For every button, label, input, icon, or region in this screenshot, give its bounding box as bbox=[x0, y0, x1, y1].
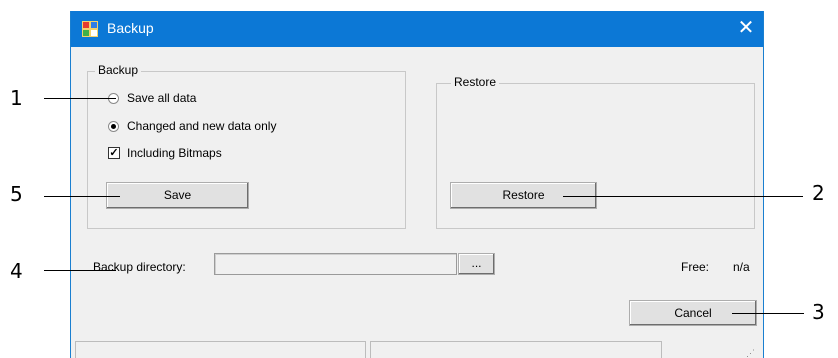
callout-3-line bbox=[732, 313, 804, 314]
callout-4: 4 bbox=[10, 259, 23, 283]
changed-new-data-label[interactable]: Changed and new data only bbox=[127, 119, 276, 133]
restore-group-legend: Restore bbox=[451, 75, 500, 89]
including-bitmaps-checkbox[interactable]: ✓ bbox=[108, 147, 120, 159]
browse-button[interactable]: ... bbox=[458, 253, 495, 275]
save-all-data-label[interactable]: Save all data bbox=[127, 91, 196, 105]
backup-group-legend: Backup bbox=[95, 63, 142, 77]
callout-4-line bbox=[44, 270, 116, 271]
status-panel-left bbox=[75, 341, 366, 358]
free-value: n/a bbox=[733, 260, 750, 274]
save-button[interactable]: Save bbox=[106, 182, 249, 209]
callout-3: 3 bbox=[812, 300, 825, 324]
backup-app-icon bbox=[82, 21, 98, 37]
resize-grip-icon[interactable]: ⋰ bbox=[746, 348, 755, 358]
free-label: Free: bbox=[681, 260, 710, 274]
status-panel-middle bbox=[370, 341, 662, 358]
backup-directory-field[interactable] bbox=[214, 253, 457, 275]
close-icon[interactable]: ✕ bbox=[733, 15, 759, 41]
callout-2: 2 bbox=[812, 181, 825, 205]
title-bar: Backup ✕ bbox=[71, 11, 763, 47]
callout-5-line bbox=[44, 196, 120, 197]
window-title: Backup bbox=[107, 20, 154, 36]
including-bitmaps-label[interactable]: Including Bitmaps bbox=[127, 146, 222, 160]
backup-dialog: Backup ✕ Backup Save all data Changed an… bbox=[70, 11, 764, 358]
callout-2-line bbox=[563, 196, 803, 197]
callout-1-line bbox=[44, 98, 116, 99]
callout-1: 1 bbox=[10, 86, 23, 110]
changed-new-data-radio[interactable] bbox=[108, 121, 119, 132]
backup-directory-label: Backup directory: bbox=[93, 260, 186, 274]
callout-5: 5 bbox=[10, 182, 23, 206]
